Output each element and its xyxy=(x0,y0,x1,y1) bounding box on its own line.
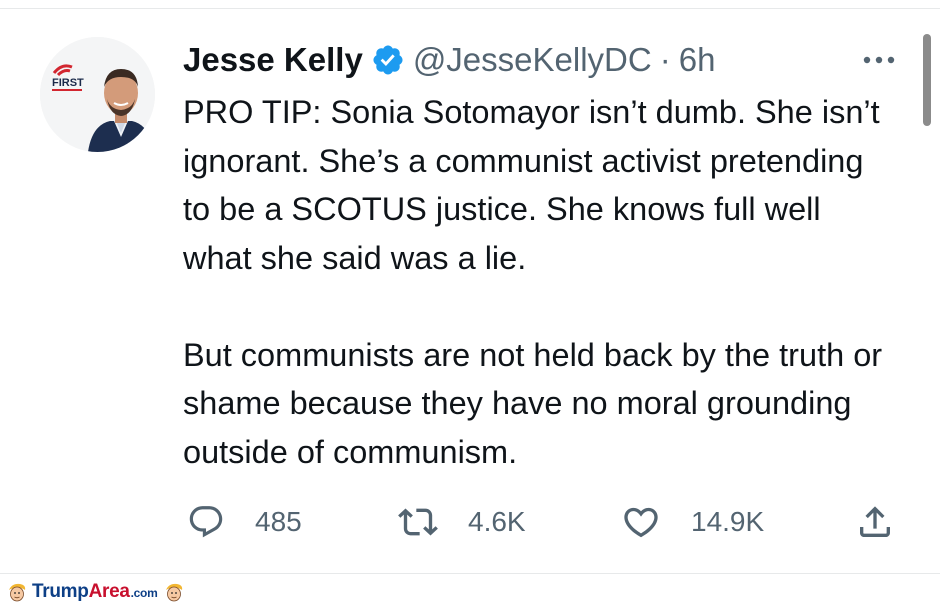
tweet-paragraph-2: But communists are not held back by the … xyxy=(183,336,883,470)
tweet-body: PRO TIP: Sonia Sotomayor isn’t dumb. She… xyxy=(183,88,883,476)
svg-text:FIRST: FIRST xyxy=(52,77,84,89)
like-count: 14.9K xyxy=(691,506,765,537)
like-icon xyxy=(624,507,658,538)
watermark-suffix: .com xyxy=(130,586,158,600)
like-button[interactable]: 14.9K xyxy=(621,498,764,546)
retweet-count: 4.6K xyxy=(468,506,526,537)
watermark-trump: Trump xyxy=(32,581,89,602)
author-name[interactable]: Jesse Kelly xyxy=(183,41,363,79)
avatar-image: FIRST xyxy=(40,37,155,152)
trump-caricature-icon-right xyxy=(166,583,183,602)
watermark-area: Area xyxy=(88,581,130,602)
tweet-header: Jesse Kelly @JesseKellyDC · 6h xyxy=(183,38,715,82)
tweet-timestamp[interactable]: 6h xyxy=(679,41,716,79)
reply-icon xyxy=(189,506,223,538)
more-icon[interactable] xyxy=(858,48,900,72)
retweet-button[interactable]: 4.6K xyxy=(398,498,526,546)
author-handle[interactable]: @JesseKellyDC xyxy=(413,41,652,79)
tweet-screenshot: FIRST Jesse Kelly @JesseKellyDC · 6h PRO… xyxy=(0,0,940,605)
reply-button[interactable]: 485 xyxy=(187,498,302,546)
share-button[interactable] xyxy=(855,498,895,546)
reply-count: 485 xyxy=(255,506,302,537)
bottom-divider xyxy=(0,573,940,574)
scrollbar[interactable] xyxy=(923,34,931,126)
top-divider xyxy=(0,0,940,9)
retweet-icon xyxy=(398,508,438,536)
share-icon xyxy=(860,506,890,537)
watermark-text: TrumpArea.com xyxy=(32,581,163,603)
tweet-actions: 485 4.6K 14.9K xyxy=(183,498,903,546)
header-separator: · xyxy=(659,41,671,78)
trump-caricature-icon xyxy=(9,583,26,602)
avatar[interactable]: FIRST xyxy=(40,37,155,152)
watermark: TrumpArea.com xyxy=(6,579,185,605)
tweet-paragraph-1: PRO TIP: Sonia Sotomayor isn’t dumb. She… xyxy=(183,94,880,276)
verified-badge-icon xyxy=(373,45,403,75)
